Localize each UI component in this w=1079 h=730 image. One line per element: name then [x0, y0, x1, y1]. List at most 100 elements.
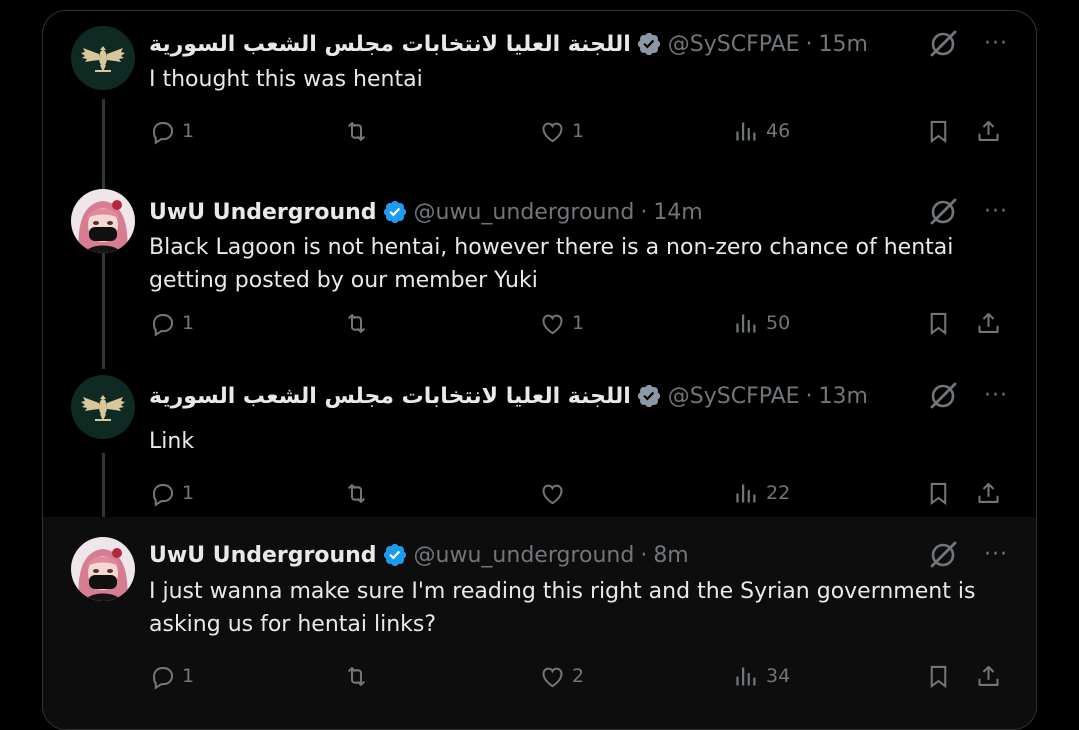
separator: · — [640, 199, 648, 225]
avatar-anime[interactable] — [71, 189, 135, 253]
handle[interactable]: @uwu_underground — [414, 200, 635, 225]
handle[interactable]: @SySCFPAE — [668, 384, 800, 409]
repost-button[interactable] — [343, 477, 376, 509]
verified-badge-icon — [383, 200, 406, 224]
display-name[interactable]: اللجنة العليا لانتخابات مجلس الشعب السور… — [149, 32, 631, 57]
bookmark-button[interactable] — [925, 115, 952, 147]
tweet-top-actions: ··· — [928, 28, 1008, 60]
repost-button[interactable] — [343, 115, 376, 147]
heart-icon — [542, 314, 563, 334]
tweet[interactable]: اللجنة العليا لانتخابات مجلس الشعب السور… — [43, 11, 1036, 181]
share-button[interactable] — [975, 115, 1002, 147]
view-count: 50 — [766, 312, 791, 334]
anime-girl-avatar-icon — [71, 537, 135, 601]
like-count: 1 — [572, 312, 585, 334]
bookmark-icon — [930, 120, 947, 143]
repost-icon — [347, 121, 366, 141]
view-count: 34 — [766, 665, 791, 687]
tweet[interactable]: اللجنة العليا لانتخابات مجلس الشعب السور… — [43, 367, 1036, 517]
timestamp[interactable]: 13m — [819, 384, 868, 409]
share-icon — [978, 120, 999, 141]
views-button[interactable]: 50 — [733, 307, 790, 339]
tweet-header: UwU Underground @uwu_underground · 8m — [149, 539, 689, 571]
views-button[interactable]: 46 — [733, 115, 790, 147]
tweet-header: UwU Underground @uwu_underground · 14m — [149, 196, 703, 228]
views-icon — [736, 484, 756, 502]
grok-icon[interactable] — [928, 197, 958, 227]
timestamp[interactable]: 14m — [653, 200, 702, 225]
views-icon — [736, 122, 756, 140]
timestamp[interactable]: 15m — [819, 32, 868, 57]
tweet[interactable]: UwU Underground @uwu_underground · 14m ·… — [43, 181, 1036, 367]
repost-icon — [347, 666, 366, 686]
handle[interactable]: @uwu_underground — [414, 543, 635, 568]
reply-icon — [153, 313, 174, 337]
tweet-top-actions: ··· — [928, 380, 1008, 412]
display-name[interactable]: UwU Underground — [149, 543, 377, 568]
display-name[interactable]: UwU Underground — [149, 200, 377, 225]
separator: · — [805, 383, 813, 409]
tweet-top-actions: ··· — [928, 539, 1008, 571]
share-icon — [978, 665, 999, 686]
tweet-actions: 1 1 50 — [149, 307, 1009, 339]
reply-icon — [153, 666, 174, 690]
like-button[interactable]: 2 — [539, 660, 584, 692]
thread-container: اللجنة العليا لانتخابات مجلس الشعب السور… — [42, 10, 1037, 730]
grok-icon[interactable] — [928, 29, 958, 59]
tweet-header: اللجنة العليا لانتخابات مجلس الشعب السور… — [149, 380, 868, 412]
bookmark-button[interactable] — [925, 660, 952, 692]
grok-icon[interactable] — [928, 381, 958, 411]
verified-badge-icon — [637, 384, 660, 408]
more-options-icon[interactable]: ··· — [984, 385, 1008, 407]
share-button[interactable] — [975, 660, 1002, 692]
view-count: 22 — [766, 482, 791, 504]
avatar-anime[interactable] — [71, 537, 135, 601]
bookmark-button[interactable] — [925, 307, 952, 339]
handle[interactable]: @SySCFPAE — [668, 32, 800, 57]
like-button[interactable] — [539, 477, 572, 509]
views-button[interactable]: 22 — [733, 477, 790, 509]
avatar-eagle[interactable] — [71, 375, 135, 439]
tweet-actions: 1 2 34 — [149, 660, 1009, 692]
like-button[interactable]: 1 — [539, 115, 584, 147]
reply-button[interactable]: 1 — [149, 477, 194, 509]
eagle-emblem-icon — [71, 375, 135, 439]
tweet-text: I thought this was hentai — [149, 67, 423, 92]
reply-button[interactable]: 1 — [149, 660, 194, 692]
grok-icon[interactable] — [928, 540, 958, 570]
reply-button[interactable]: 1 — [149, 307, 194, 339]
more-options-icon[interactable]: ··· — [984, 33, 1008, 55]
reply-count: 1 — [182, 665, 195, 687]
more-options-icon[interactable]: ··· — [984, 544, 1008, 566]
share-button[interactable] — [975, 307, 1002, 339]
separator: · — [805, 31, 813, 57]
bookmark-icon — [930, 665, 947, 688]
share-icon — [978, 312, 999, 333]
tweet[interactable]: UwU Underground @uwu_underground · 8m ··… — [43, 517, 1036, 729]
bookmark-icon — [930, 312, 947, 335]
like-button[interactable]: 1 — [539, 307, 584, 339]
repost-icon — [347, 483, 366, 503]
views-icon — [736, 314, 756, 332]
repost-button[interactable] — [343, 307, 376, 339]
like-count: 2 — [572, 665, 585, 687]
heart-icon — [542, 667, 563, 687]
timestamp[interactable]: 8m — [653, 543, 688, 568]
more-options-icon[interactable]: ··· — [984, 201, 1008, 223]
share-button[interactable] — [975, 477, 1002, 509]
tweet-actions: 1 1 46 — [149, 115, 1009, 147]
bookmark-icon — [930, 482, 947, 505]
views-button[interactable]: 34 — [733, 660, 790, 692]
like-count: 1 — [572, 120, 585, 142]
heart-icon — [542, 484, 563, 504]
tweet-text: I just wanna make sure I'm reading this … — [149, 579, 976, 637]
tweet-header: اللجنة العليا لانتخابات مجلس الشعب السور… — [149, 28, 868, 60]
avatar-eagle[interactable] — [71, 26, 135, 90]
tweet-top-actions: ··· — [928, 196, 1008, 228]
separator: · — [640, 542, 648, 568]
display-name[interactable]: اللجنة العليا لانتخابات مجلس الشعب السور… — [149, 384, 631, 409]
repost-icon — [347, 313, 366, 333]
reply-button[interactable]: 1 — [149, 115, 194, 147]
bookmark-button[interactable] — [925, 477, 952, 509]
repost-button[interactable] — [343, 660, 376, 692]
